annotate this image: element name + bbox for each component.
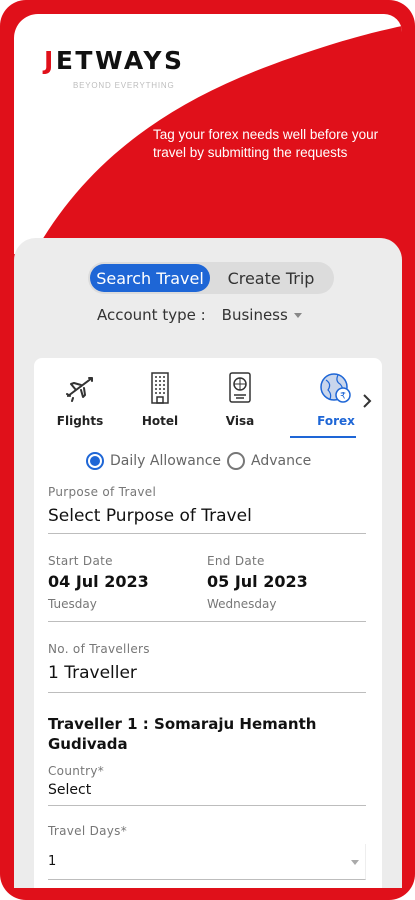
tab-label: Visa bbox=[225, 414, 255, 428]
radio-unselected[interactable] bbox=[227, 452, 246, 470]
start-day: Tuesday bbox=[48, 597, 97, 611]
tab-flights[interactable]: Flights bbox=[50, 370, 110, 436]
account-type-label: Account type : bbox=[97, 306, 206, 324]
daily-allowance-label: Daily Allowance bbox=[110, 453, 222, 469]
travellers-label: No. of Travellers bbox=[48, 642, 150, 656]
radio-selected[interactable] bbox=[86, 452, 104, 470]
chevron-down-icon bbox=[351, 860, 359, 865]
start-date-label: Start Date bbox=[48, 554, 113, 568]
purpose-select[interactable]: Select Purpose of Travel bbox=[48, 506, 252, 526]
divider bbox=[48, 621, 366, 622]
travellers-select[interactable]: 1 Traveller bbox=[48, 663, 137, 683]
building-icon bbox=[151, 372, 169, 404]
mode-toggle: Search Travel Create Trip bbox=[88, 262, 334, 294]
divider bbox=[48, 805, 366, 806]
passport-icon bbox=[229, 372, 251, 403]
divider bbox=[48, 533, 366, 534]
brand-tagline: BEYOND EVERYTHING bbox=[73, 81, 175, 90]
app-frame: JETWAYS BEYOND EVERYTHING Tag your forex… bbox=[0, 0, 415, 900]
forex-type-radio-group: Daily Allowance Advance bbox=[86, 452, 317, 470]
end-date-label: End Date bbox=[207, 554, 265, 568]
end-day: Wednesday bbox=[207, 597, 277, 611]
divider bbox=[48, 692, 366, 693]
start-date-value[interactable]: 04 Jul 2023 bbox=[48, 572, 149, 591]
search-panel: Search Travel Create Trip Account type :… bbox=[14, 238, 402, 888]
promo-text: Tag your forex needs well before your tr… bbox=[153, 127, 379, 160]
account-type-selector[interactable]: Account type : Business bbox=[97, 306, 302, 324]
service-tabs: Flights Hotel Visa ₹ Forex bbox=[50, 370, 372, 436]
travel-days-value: 1 bbox=[48, 854, 57, 869]
brand-logo: JETWAYS bbox=[44, 46, 185, 75]
country-label: Country* bbox=[48, 764, 105, 778]
tab-label: Flights bbox=[56, 414, 104, 428]
daily-allowance-option[interactable]: Daily Allowance bbox=[86, 452, 221, 470]
advance-label: Advance bbox=[251, 453, 312, 469]
plane-icon bbox=[66, 377, 93, 402]
chevron-down-icon bbox=[293, 312, 302, 318]
currency-globe-icon: ₹ bbox=[320, 373, 351, 403]
country-select[interactable]: Select bbox=[48, 782, 91, 798]
tab-forex[interactable]: ₹ Forex bbox=[306, 370, 366, 436]
create-trip-tab[interactable]: Create Trip bbox=[210, 264, 332, 292]
search-travel-tab[interactable]: Search Travel bbox=[90, 264, 210, 292]
tab-label: Forex bbox=[317, 414, 355, 428]
travel-days-select[interactable]: 1 bbox=[48, 844, 366, 880]
tab-hotel[interactable]: Hotel bbox=[130, 370, 190, 436]
purpose-label: Purpose of Travel bbox=[48, 485, 157, 499]
booking-card: Flights Hotel Visa ₹ Forex Daily Allowan… bbox=[34, 358, 382, 888]
tab-visa[interactable]: Visa bbox=[210, 370, 270, 436]
end-date-value[interactable]: 05 Jul 2023 bbox=[207, 572, 308, 591]
tab-label: Hotel bbox=[141, 414, 179, 428]
travel-days-label: Travel Days* bbox=[48, 824, 128, 838]
account-type-value[interactable]: Business bbox=[222, 306, 288, 324]
active-tab-indicator bbox=[290, 436, 356, 438]
traveller-heading: Traveller 1 : Somaraju Hemanth Gudivada bbox=[48, 715, 317, 753]
chevron-right-icon[interactable] bbox=[358, 392, 376, 410]
svg-text:₹: ₹ bbox=[340, 392, 346, 402]
advance-option[interactable]: Advance bbox=[227, 452, 311, 470]
